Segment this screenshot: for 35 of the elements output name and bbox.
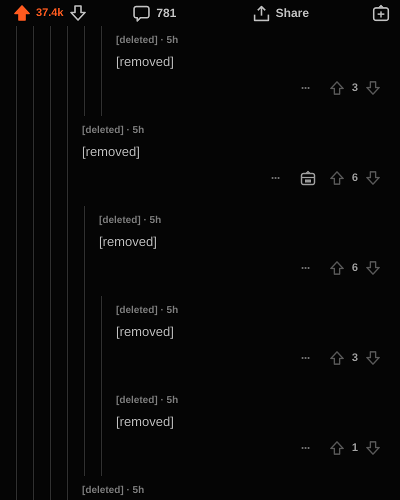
comment-body: [removed] [116, 414, 175, 429]
upvote-button[interactable] [330, 81, 344, 95]
vote-count: 1 [352, 442, 358, 454]
vote-count: 3 [352, 82, 358, 94]
upvote-button[interactable] [330, 441, 344, 455]
comment-meta: [deleted] · 5h [82, 485, 146, 496]
upvote-button[interactable] [330, 261, 344, 275]
more-button[interactable]: ··· [264, 171, 286, 185]
comment-body: [removed] [116, 54, 175, 69]
share-icon[interactable] [252, 4, 270, 22]
downvote-button[interactable] [70, 5, 86, 21]
comment-icon[interactable] [133, 4, 150, 22]
vote-count: 6 [352, 262, 358, 274]
comment-meta: [deleted] · 5h [116, 35, 180, 46]
comment-body: [removed] [116, 324, 175, 339]
comment-meta: [deleted] · 5h [116, 305, 180, 316]
comment-body: [removed] [99, 234, 158, 249]
comment-meta: [deleted] · 5h [82, 125, 146, 136]
post-score: 37.4k [36, 7, 64, 19]
upvote-button[interactable] [330, 171, 344, 185]
upvote-button[interactable] [14, 5, 30, 21]
more-button[interactable]: ··· [294, 351, 316, 365]
upvote-button[interactable] [330, 351, 344, 365]
comment-meta: [deleted] · 5h [99, 215, 162, 226]
more-button[interactable]: ··· [294, 441, 316, 455]
award-button[interactable] [372, 4, 390, 22]
share-label[interactable]: Share [276, 6, 310, 20]
comment-meta: [deleted] · 5h [116, 395, 180, 406]
comment-count: 781 [156, 6, 176, 20]
more-button[interactable]: ··· [294, 81, 316, 95]
more-button[interactable]: ··· [294, 261, 316, 275]
vote-count: 6 [352, 172, 358, 184]
award-button[interactable] [300, 170, 316, 186]
vote-count: 3 [352, 352, 358, 364]
comment-body: [removed] [82, 144, 141, 159]
